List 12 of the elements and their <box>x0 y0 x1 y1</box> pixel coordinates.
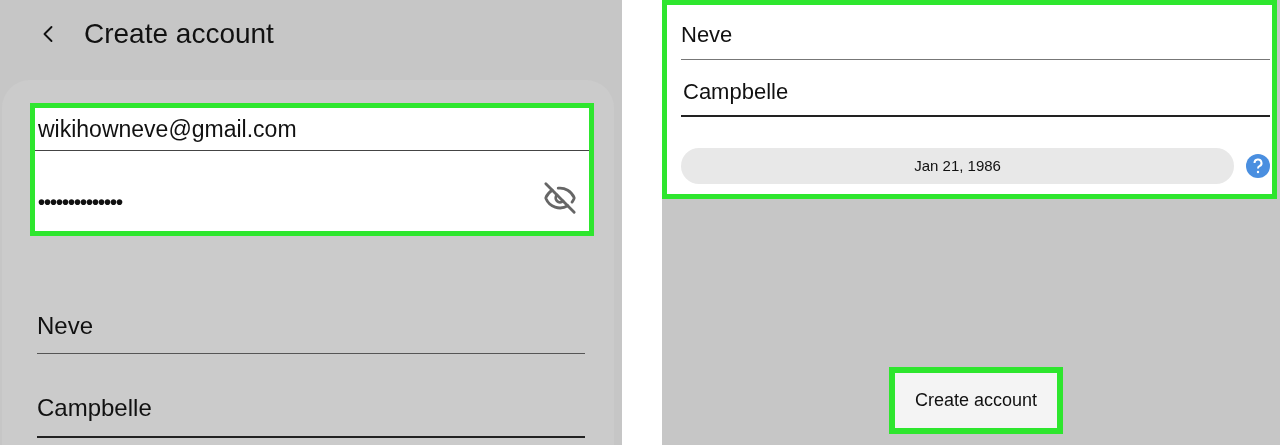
create-account-button[interactable]: Create account <box>889 367 1063 434</box>
eye-off-icon[interactable] <box>543 181 577 215</box>
first-name-field[interactable]: Neve <box>37 308 585 354</box>
help-icon[interactable] <box>1246 154 1270 178</box>
first-name-field[interactable]: Neve <box>681 5 1270 60</box>
password-value: •••••••••••••• <box>38 190 123 215</box>
email-field[interactable]: wikihowneve@gmail.com <box>35 108 589 151</box>
last-name-field[interactable]: Campbelle <box>681 60 1270 117</box>
last-name-field[interactable]: Campbelle <box>37 376 585 438</box>
password-field[interactable]: •••••••••••••• <box>35 151 589 231</box>
birth-date-field[interactable]: Jan 21, 1986 <box>681 148 1235 184</box>
screen-title: Create account <box>84 17 274 51</box>
